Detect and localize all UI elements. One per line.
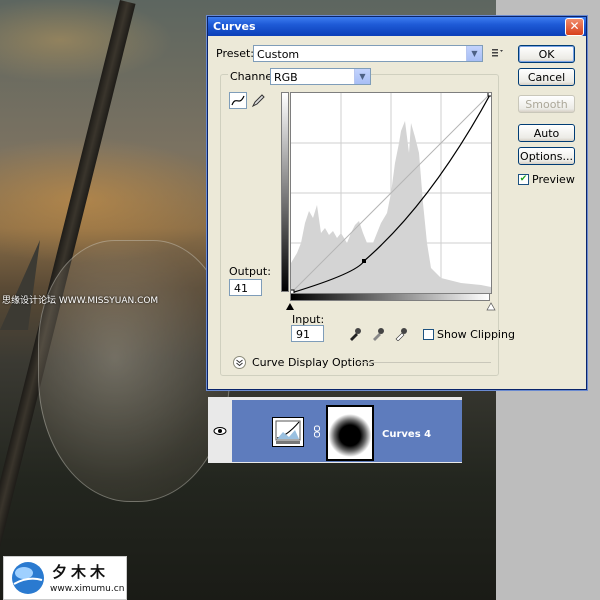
input-field[interactable]: 91 (291, 325, 324, 342)
curve-display-options-label[interactable]: Curve Display Options (252, 356, 374, 369)
curves-adjustment-thumbnail[interactable] (272, 417, 304, 447)
layer-visibility-cell[interactable] (208, 400, 232, 462)
show-clipping-label: Show Clipping (437, 328, 515, 341)
curve-point-tool[interactable] (229, 92, 247, 109)
cancel-button[interactable]: Cancel (518, 68, 575, 86)
preset-select[interactable]: Custom ▼ (253, 45, 483, 62)
preview-checkbox[interactable]: ✔ (518, 174, 529, 185)
preview-label: Preview (532, 173, 575, 186)
chain-link-icon[interactable] (313, 425, 321, 439)
site-logo: 夕木木 www.ximumu.cn (3, 556, 127, 600)
logo-url-text: www.ximumu.cn (50, 584, 125, 594)
black-point-eyedropper-icon[interactable] (348, 327, 362, 341)
black-point-slider-icon[interactable] (286, 303, 294, 310)
logo-chinese-text: 夕木木 (52, 563, 110, 581)
channel-select[interactable]: RGB ▼ (270, 68, 371, 85)
slider-track (286, 302, 496, 311)
curve-point-start[interactable] (290, 289, 295, 294)
logo-globe-icon (12, 562, 44, 594)
dialog-titlebar[interactable]: Curves ✕ (208, 17, 586, 36)
input-gradient-bar (290, 293, 490, 301)
output-label: Output: (229, 265, 271, 278)
curve-point-selected[interactable] (362, 259, 366, 263)
smooth-button[interactable]: Smooth (518, 95, 575, 113)
curve-point-end[interactable] (487, 92, 492, 97)
divider (358, 362, 491, 363)
curves-adjustment-icon (275, 420, 301, 444)
ok-button[interactable]: OK (518, 45, 575, 63)
output-gradient-bar (281, 92, 289, 292)
layer-mask-thumbnail[interactable] (326, 405, 374, 461)
layer-name[interactable]: Curves 4 (382, 429, 431, 440)
pencil-icon[interactable] (250, 93, 266, 109)
channel-value: RGB (274, 71, 298, 84)
preset-label: Preset: (216, 47, 255, 60)
gray-point-eyedropper-icon[interactable] (371, 327, 385, 341)
chevron-down-icon: ▼ (354, 69, 370, 84)
white-point-slider-icon[interactable] (486, 302, 496, 311)
preset-value: Custom (257, 48, 300, 61)
close-button[interactable]: ✕ (565, 18, 584, 36)
curve-graph[interactable] (290, 92, 492, 294)
preset-options-icon[interactable] (492, 47, 504, 59)
output-field[interactable]: 41 (229, 279, 262, 296)
auto-button[interactable]: Auto (518, 124, 575, 142)
watermark-text: 思缘设计论坛 WWW.MISSYUAN.COM (2, 296, 159, 306)
close-icon: ✕ (569, 19, 580, 33)
expand-options-icon[interactable] (233, 356, 246, 369)
dialog-title: Curves (213, 20, 256, 33)
chevron-down-icon: ▼ (466, 46, 482, 61)
mask-gradient (329, 408, 371, 458)
curve-tool-icon (231, 95, 245, 106)
background-glass-jar (38, 240, 230, 502)
white-point-eyedropper-icon[interactable] (394, 327, 408, 341)
show-clipping-checkbox[interactable] (423, 329, 434, 340)
options-button[interactable]: Options... (518, 147, 575, 165)
checkmark-icon: ✔ (519, 174, 528, 184)
eye-icon[interactable] (213, 426, 227, 436)
